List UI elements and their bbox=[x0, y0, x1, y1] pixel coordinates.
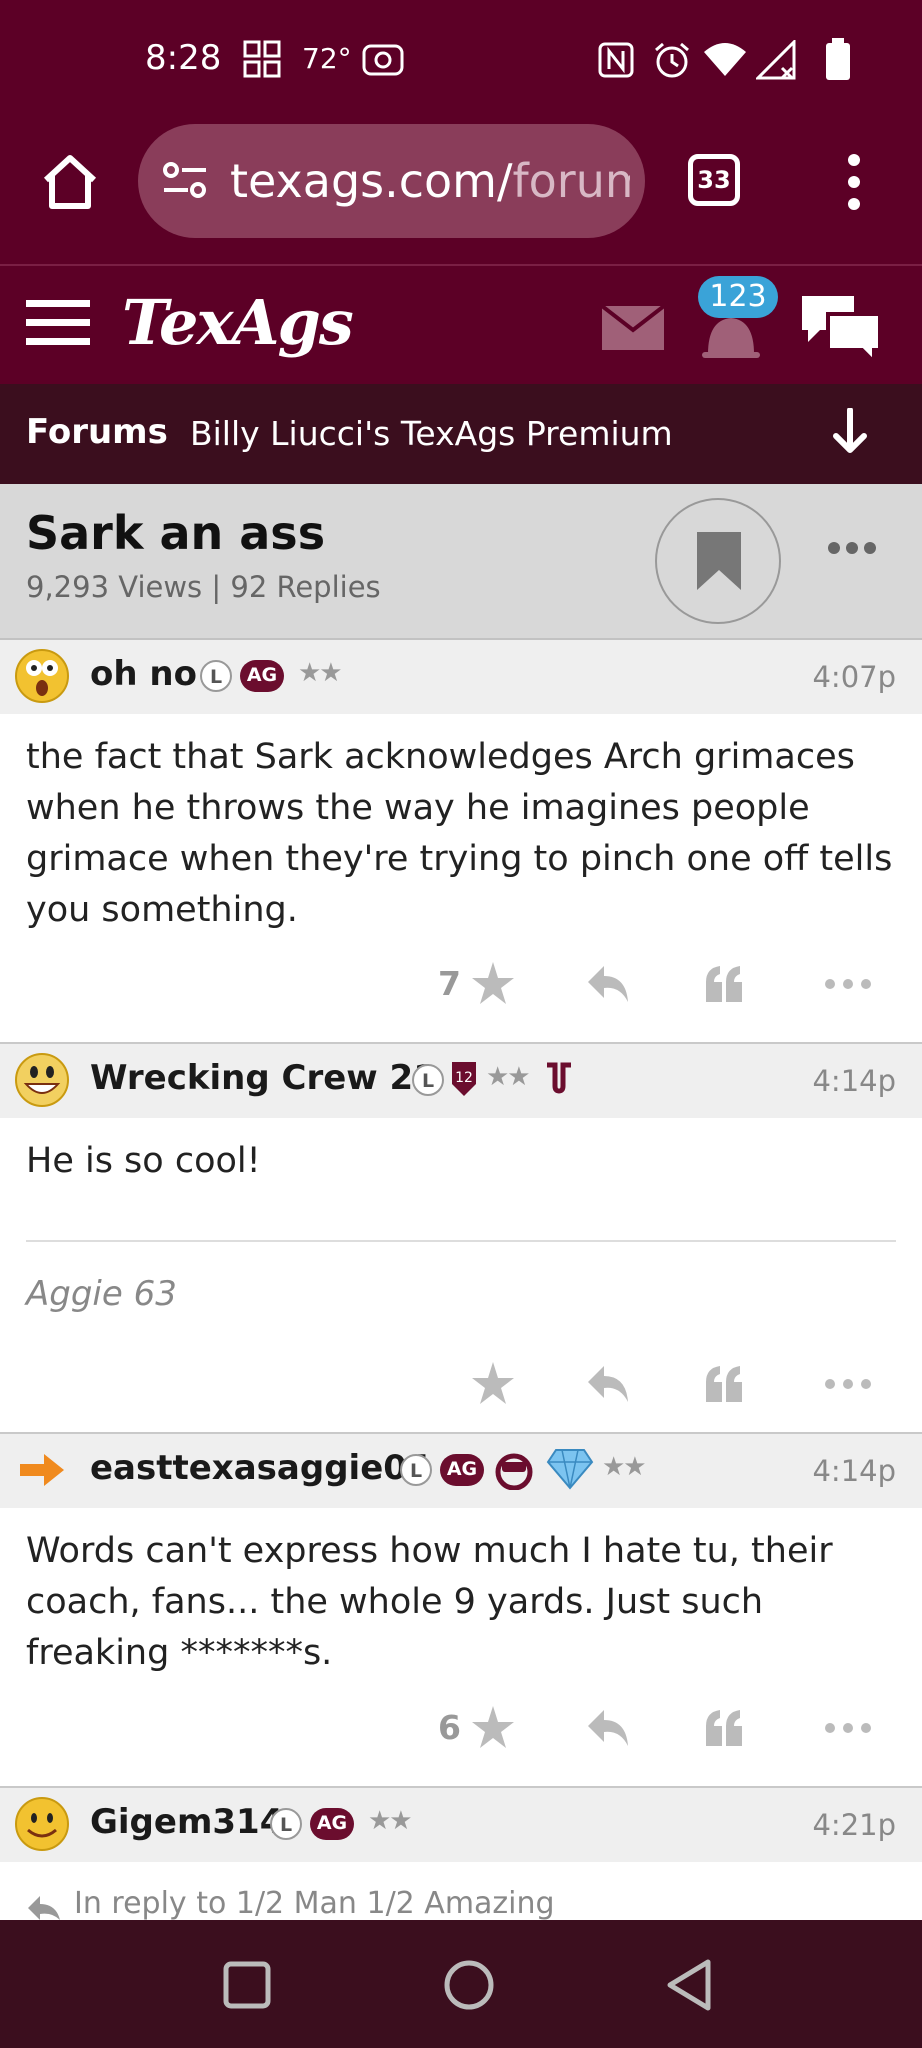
post-time: 4:14p bbox=[812, 1064, 896, 1098]
nfc-icon bbox=[598, 42, 634, 78]
ag-badge: AG bbox=[310, 1808, 354, 1840]
post: Gigem314 L AG ★★ 4:21p In reply to 1/2 M… bbox=[0, 1788, 922, 1921]
post-header: easttexasaggie04 L AG ★★ 4:14p bbox=[0, 1434, 922, 1508]
post: oh no L AG ★★ 4:07p the fact that Sark a… bbox=[0, 640, 922, 1044]
url-text[interactable]: texags.com/forum bbox=[230, 154, 630, 208]
post-header: Wrecking Crew 21 L 12 ★★ 4:14p bbox=[0, 1044, 922, 1118]
breadcrumb-board-link[interactable]: Billy Liucci's TexAgs Premium bbox=[190, 414, 673, 453]
mail-icon[interactable] bbox=[602, 306, 664, 350]
post-signature: Aggie 63 bbox=[26, 1274, 177, 1314]
thread-more-icon[interactable] bbox=[826, 528, 878, 568]
hamburger-menu-icon[interactable] bbox=[26, 298, 90, 348]
arrow-down-icon[interactable] bbox=[830, 408, 870, 456]
url-path: forum bbox=[512, 154, 630, 208]
reply-icon[interactable] bbox=[584, 954, 632, 1014]
class-year-shield-icon: 12 bbox=[452, 1062, 476, 1096]
rank-stars: ★★ bbox=[368, 1806, 413, 1836]
star-count: 6 bbox=[438, 1708, 461, 1747]
home-nav-icon[interactable] bbox=[442, 1958, 496, 2012]
tab-switcher-button[interactable]: 33 bbox=[688, 154, 740, 206]
post-more-icon[interactable] bbox=[822, 1354, 874, 1414]
status-temperature: 72° bbox=[302, 42, 352, 75]
star-icon[interactable] bbox=[470, 1698, 516, 1758]
site-header: TexAgs 123 bbox=[0, 264, 922, 384]
diamond-badge-icon bbox=[546, 1449, 594, 1490]
recents-icon[interactable] bbox=[222, 1960, 272, 2010]
thread-title: Sark an ass bbox=[26, 506, 326, 560]
ag-badge: AG bbox=[240, 660, 284, 692]
thread-header: Sark an ass 9,293 Views | 92 Replies bbox=[0, 484, 922, 640]
quote-icon[interactable] bbox=[702, 954, 746, 1014]
legacy-badge: L bbox=[200, 660, 232, 692]
post-body: Words can't express how much I hate tu, … bbox=[26, 1531, 833, 1673]
battery-icon bbox=[826, 38, 850, 80]
post-username[interactable]: Wrecking Crew 21 bbox=[90, 1058, 437, 1098]
chat-icon[interactable] bbox=[798, 290, 884, 366]
url-host: texags.com/ bbox=[230, 154, 513, 208]
post: easttexasaggie04 L AG ★★ 4:14p Words can… bbox=[0, 1434, 922, 1788]
post-more-icon[interactable] bbox=[822, 954, 874, 1014]
post-actions bbox=[0, 1354, 922, 1414]
quote-icon[interactable] bbox=[702, 1354, 746, 1414]
legacy-badge: L bbox=[270, 1808, 302, 1840]
thread-stats: 9,293 Views | 92 Replies bbox=[26, 570, 381, 604]
legacy-badge: L bbox=[412, 1064, 444, 1096]
post-username[interactable]: Gigem314 bbox=[90, 1802, 283, 1842]
star-count: 7 bbox=[438, 964, 461, 1003]
bookmark-icon bbox=[697, 532, 741, 590]
post-header: Gigem314 L AG ★★ 4:21p bbox=[0, 1788, 922, 1862]
reply-icon[interactable] bbox=[584, 1354, 632, 1414]
browser-toolbar: texags.com/forum 33 bbox=[0, 124, 922, 264]
address-bar[interactable]: texags.com/forum bbox=[138, 124, 645, 238]
star-icon[interactable] bbox=[470, 954, 516, 1014]
bookmark-button[interactable] bbox=[655, 498, 781, 624]
breadcrumb-forums-link[interactable]: Forums bbox=[26, 412, 168, 452]
signature-divider bbox=[26, 1240, 896, 1242]
post-username[interactable]: easttexasaggie04 bbox=[90, 1448, 431, 1488]
breadcrumb: Forums Billy Liucci's TexAgs Premium bbox=[0, 384, 922, 484]
status-bar: 8:28 72° bbox=[0, 0, 922, 124]
avatar-smile-emoji-icon[interactable] bbox=[14, 1796, 70, 1852]
post-actions: 6 bbox=[0, 1698, 922, 1758]
post-body: the fact that Sark acknowledges Arch gri… bbox=[26, 737, 893, 930]
alarm-icon bbox=[655, 42, 689, 78]
home-icon[interactable] bbox=[40, 152, 100, 210]
star-icon[interactable] bbox=[470, 1354, 516, 1414]
back-icon[interactable] bbox=[664, 1958, 714, 2012]
post-header: oh no L AG ★★ 4:07p bbox=[0, 640, 922, 714]
texags-logo[interactable]: TexAgs bbox=[122, 286, 354, 359]
system-nav-bar bbox=[0, 1920, 922, 2048]
u-badge-icon bbox=[547, 1062, 571, 1094]
status-time: 8:28 bbox=[145, 38, 222, 78]
post-time: 4:07p bbox=[812, 660, 896, 694]
cell-signal-icon bbox=[756, 40, 796, 80]
quote-icon[interactable] bbox=[702, 1698, 746, 1758]
svg-text:12: 12 bbox=[455, 1070, 473, 1086]
avatar-shocked-emoji-icon[interactable] bbox=[14, 648, 70, 704]
post-body: He is so cool! bbox=[26, 1141, 261, 1181]
rank-stars: ★★ bbox=[298, 658, 343, 688]
post: Wrecking Crew 21 L 12 ★★ 4:14p He is so … bbox=[0, 1044, 922, 1434]
rank-stars: ★★ bbox=[486, 1062, 531, 1092]
post-actions: 7 bbox=[0, 954, 922, 1014]
reply-to-icon bbox=[28, 1896, 60, 1920]
post-time: 4:14p bbox=[812, 1454, 896, 1488]
screen-record-icon bbox=[362, 44, 404, 76]
post-username[interactable]: oh no bbox=[90, 654, 197, 694]
site-settings-icon[interactable] bbox=[162, 160, 208, 200]
ag-badge: AG bbox=[440, 1454, 484, 1486]
avatar-grin-emoji-icon[interactable] bbox=[14, 1052, 70, 1108]
post-more-icon[interactable] bbox=[822, 1698, 874, 1758]
legacy-badge: L bbox=[400, 1454, 432, 1486]
post-time: 4:21p bbox=[812, 1808, 896, 1842]
browser-menu-icon[interactable] bbox=[844, 152, 864, 212]
reply-icon[interactable] bbox=[584, 1698, 632, 1758]
qr-icon bbox=[243, 40, 281, 78]
avatar-arrow-icon[interactable] bbox=[14, 1442, 70, 1498]
reply-to-link[interactable]: In reply to 1/2 Man 1/2 Amazing bbox=[74, 1886, 555, 1921]
notification-count-badge[interactable]: 123 bbox=[698, 276, 778, 318]
ring-badge-icon bbox=[495, 1453, 533, 1490]
rank-stars: ★★ bbox=[602, 1452, 647, 1482]
wifi-icon bbox=[704, 43, 746, 76]
